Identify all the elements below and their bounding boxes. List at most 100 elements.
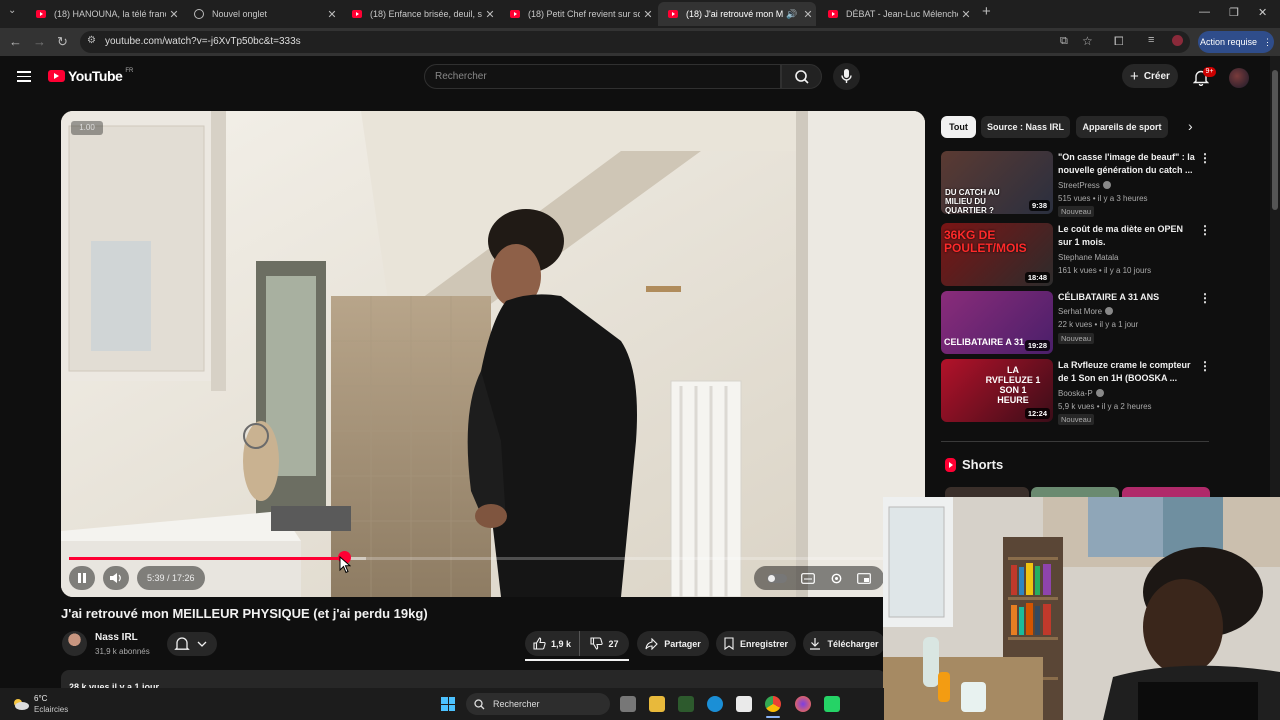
recommended-video[interactable]: LA RVFLEUZE 1 SON 1 HEURE 12:24 La Rvfle… [941, 359, 1213, 425]
progress-bar[interactable] [69, 557, 917, 560]
settings-gear-icon[interactable] [830, 572, 843, 585]
site-info-icon[interactable]: ⚙ [87, 35, 96, 46]
channel-name[interactable]: Serhat More [1058, 307, 1114, 316]
more-vertical-icon[interactable]: ⋮ [1199, 223, 1211, 237]
channel-name[interactable]: Booska-P [1058, 389, 1104, 398]
tab-search-chevron-icon[interactable]: ⌄ [8, 5, 16, 16]
webcam-overlay [883, 497, 1280, 720]
tab-close-icon[interactable]: ✕ [800, 8, 816, 21]
more-vertical-icon[interactable]: ⋮ [1199, 359, 1211, 373]
search-placeholder: Rechercher [435, 71, 487, 82]
reload-icon[interactable]: ↻ [57, 34, 68, 50]
recommended-video[interactable]: CELIBATAIRE A 31 19:28 CÉLIBATAIRE A 31 … [941, 291, 1213, 355]
task-view-icon[interactable] [620, 696, 636, 712]
recommended-video[interactable]: DU CATCH AU MILIEU DU QUARTIER ? 9:38 "O… [941, 151, 1213, 217]
chip-sport-equipment[interactable]: Appareils de sport [1076, 116, 1168, 138]
share-button[interactable]: Partager [637, 631, 709, 656]
browser-tab[interactable]: (18) Enfance brisée, deuil, solitu ✕ [342, 2, 498, 26]
edge-icon[interactable] [707, 696, 723, 712]
weather-temperature[interactable]: 6°C [34, 694, 47, 703]
browser-tab[interactable]: (18) HANOUNA, la télé française ✕ [26, 2, 182, 26]
create-button[interactable]: + Créer [1122, 64, 1178, 88]
url-text[interactable]: youtube.com/watch?v=-j6XvTp50bc&t=333s [105, 36, 301, 47]
video-thumbnail[interactable]: DU CATCH AU MILIEU DU QUARTIER ? 9:38 [941, 151, 1053, 214]
video-title[interactable]: Le coût de ma diète en OPEN sur 1 mois. [1058, 223, 1198, 249]
tab-title: Nouvel onglet [212, 9, 268, 19]
tab-close-icon[interactable]: ✕ [324, 8, 340, 21]
browser-tab-active[interactable]: (18) J'ai retrouvé mon MEIL 🔊 ✕ [658, 2, 816, 26]
browser-tab[interactable]: (18) Petit Chef revient sur son d ✕ [500, 2, 656, 26]
tab-close-icon[interactable]: ✕ [958, 8, 974, 21]
maximize-icon[interactable]: ❐ [1229, 6, 1239, 19]
video-thumbnail[interactable]: 36KG DE POULET/MOIS 18:48 [941, 223, 1053, 286]
new-badge: Nouveau [1058, 206, 1095, 217]
weather-cloud-icon[interactable] [10, 695, 30, 713]
save-button[interactable]: Enregistrer [716, 631, 796, 656]
file-explorer-icon[interactable] [649, 696, 665, 712]
close-window-icon[interactable]: ✕ [1258, 6, 1267, 19]
back-icon[interactable]: ← [9, 34, 22, 49]
tab-close-icon[interactable]: ✕ [166, 8, 182, 21]
save-label: Enregistrer [739, 638, 789, 649]
new-tab-button[interactable]: + [982, 3, 991, 20]
chip-source-channel[interactable]: Source : Nass IRL [981, 116, 1070, 138]
channel-avatar[interactable] [62, 631, 87, 656]
extensions-icon[interactable]: ⧠ [1114, 34, 1124, 49]
media-control-icon[interactable]: ≡ [1148, 34, 1154, 46]
hamburger-menu-icon[interactable] [17, 71, 31, 82]
video-title[interactable]: CÉLIBATAIRE A 31 ANS [1058, 291, 1198, 304]
chips-next-chevron-icon[interactable]: › [1188, 118, 1193, 134]
more-vertical-icon[interactable]: ⋮ [1199, 291, 1211, 305]
browser-tab[interactable]: DÉBAT - Jean-Luc Mélenchon fa ✕ [818, 2, 974, 26]
tab-audio-icon[interactable]: 🔊 [784, 9, 800, 20]
browser-tab[interactable]: Nouvel onglet ✕ [184, 2, 340, 26]
taskbar-search[interactable]: Rechercher [466, 693, 610, 715]
miniplayer-icon[interactable] [856, 572, 871, 584]
download-button[interactable]: Télécharger [803, 631, 885, 656]
nvidia-icon[interactable] [678, 696, 694, 712]
store-icon[interactable] [736, 696, 752, 712]
video-title[interactable]: "On casse l'image de beauf" : la nouvell… [1058, 151, 1198, 177]
subscription-bell-button[interactable] [167, 632, 217, 656]
channel-name[interactable]: Nass IRL [95, 632, 138, 643]
bookmark-star-icon[interactable]: ☆ [1082, 34, 1093, 48]
dislike-button[interactable]: 27 [580, 637, 629, 650]
video-thumbnail[interactable]: LA RVFLEUZE 1 SON 1 HEURE 12:24 [941, 359, 1053, 422]
video-thumbnail[interactable]: CELIBATAIRE A 31 19:28 [941, 291, 1053, 354]
scrollbar-thumb[interactable] [1272, 70, 1278, 210]
whatsapp-icon[interactable] [824, 696, 840, 712]
voice-search-button[interactable] [833, 63, 860, 90]
firefox-icon[interactable] [795, 696, 811, 712]
search-button[interactable] [781, 64, 822, 89]
like-button[interactable]: 1,9 k [525, 631, 580, 656]
weather-description[interactable]: Eclaircies [34, 705, 68, 714]
youtube-logo[interactable]: YouTube FR [48, 68, 133, 84]
action-required-button[interactable]: Action requise ⋮ [1198, 31, 1274, 53]
video-title[interactable]: La Rvfleuze crame le compteur de 1 Son e… [1058, 359, 1198, 385]
channel-name[interactable]: Stephane Matala [1058, 253, 1119, 262]
youtube-header: YouTube FR Rechercher + Créer 9+ [0, 56, 1270, 100]
minimize-icon[interactable]: — [1199, 6, 1210, 18]
windows-start-icon[interactable] [441, 697, 455, 711]
tab-title: (18) J'ai retrouvé mon MEIL [686, 9, 784, 19]
tab-close-icon[interactable]: ✕ [640, 8, 656, 21]
more-vertical-icon[interactable]: ⋮ [1199, 151, 1211, 165]
search-input[interactable]: Rechercher [424, 64, 781, 89]
channel-name[interactable]: StreetPress [1058, 181, 1111, 190]
thumbs-down-icon [590, 637, 604, 650]
chip-all[interactable]: Tout [941, 116, 976, 138]
chrome-icon[interactable] [765, 696, 781, 712]
address-bar[interactable]: ⚙ youtube.com/watch?v=-j6XvTp50bc&t=333s… [80, 31, 1190, 53]
action-required-label: Action requise [1199, 37, 1258, 47]
autoplay-toggle[interactable] [767, 573, 788, 583]
forward-icon[interactable]: → [33, 34, 46, 49]
recommended-video[interactable]: 36KG DE POULET/MOIS 18:48 Le coût de ma … [941, 223, 1213, 287]
volume-button[interactable] [103, 566, 129, 590]
account-avatar[interactable] [1229, 68, 1249, 88]
tab-close-icon[interactable]: ✕ [482, 8, 498, 21]
pause-button[interactable] [69, 566, 95, 590]
profile-avatar-icon[interactable] [1172, 35, 1183, 46]
video-player[interactable]: 1.00 5:39 / 17:26 [61, 111, 925, 597]
install-app-icon[interactable]: ⧉ [1060, 35, 1068, 48]
subtitles-icon[interactable] [801, 572, 816, 584]
